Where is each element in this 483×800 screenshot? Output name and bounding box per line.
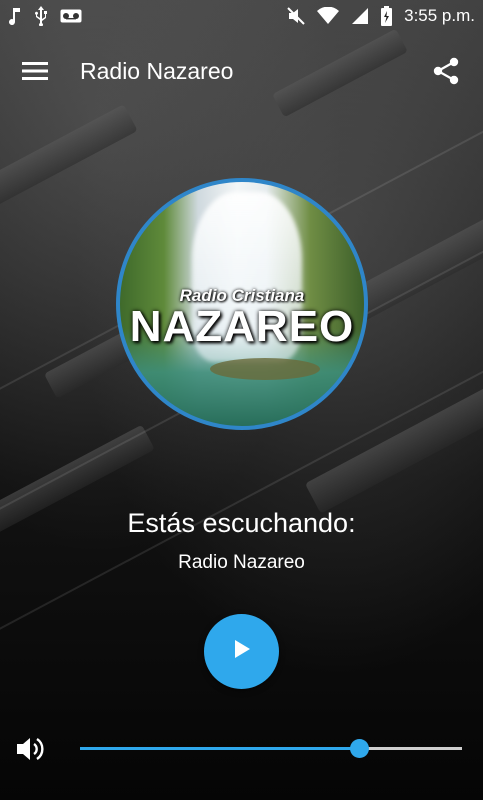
battery-charging-icon [381,6,393,26]
now-playing-station: Radio Nazareo [178,552,305,573]
station-logo: Radio Cristiana NAZAREO [116,178,368,430]
volume-icon[interactable] [16,736,46,762]
wifi-icon [317,7,340,25]
mute-icon [287,7,305,25]
hamburger-menu-icon[interactable] [22,56,52,86]
page-title: Radio Nazareo [80,57,234,84]
voicemail-icon [60,9,82,23]
status-time: 3:55 p.m. [404,6,475,25]
signal-icon [351,7,369,25]
volume-slider-thumb[interactable] [350,739,369,758]
volume-slider[interactable] [80,739,462,758]
now-playing-label: Estás escuchando: [127,508,356,538]
usb-icon [34,6,48,26]
share-icon[interactable] [431,56,461,86]
play-button[interactable] [204,614,279,689]
play-icon [233,639,251,664]
app-toolbar: Radio Nazareo [0,46,483,96]
logo-title: NAZAREO [129,302,355,351]
status-bar: 3:55 p.m. [0,0,483,32]
volume-fill [80,747,359,750]
music-note-icon [8,7,22,25]
